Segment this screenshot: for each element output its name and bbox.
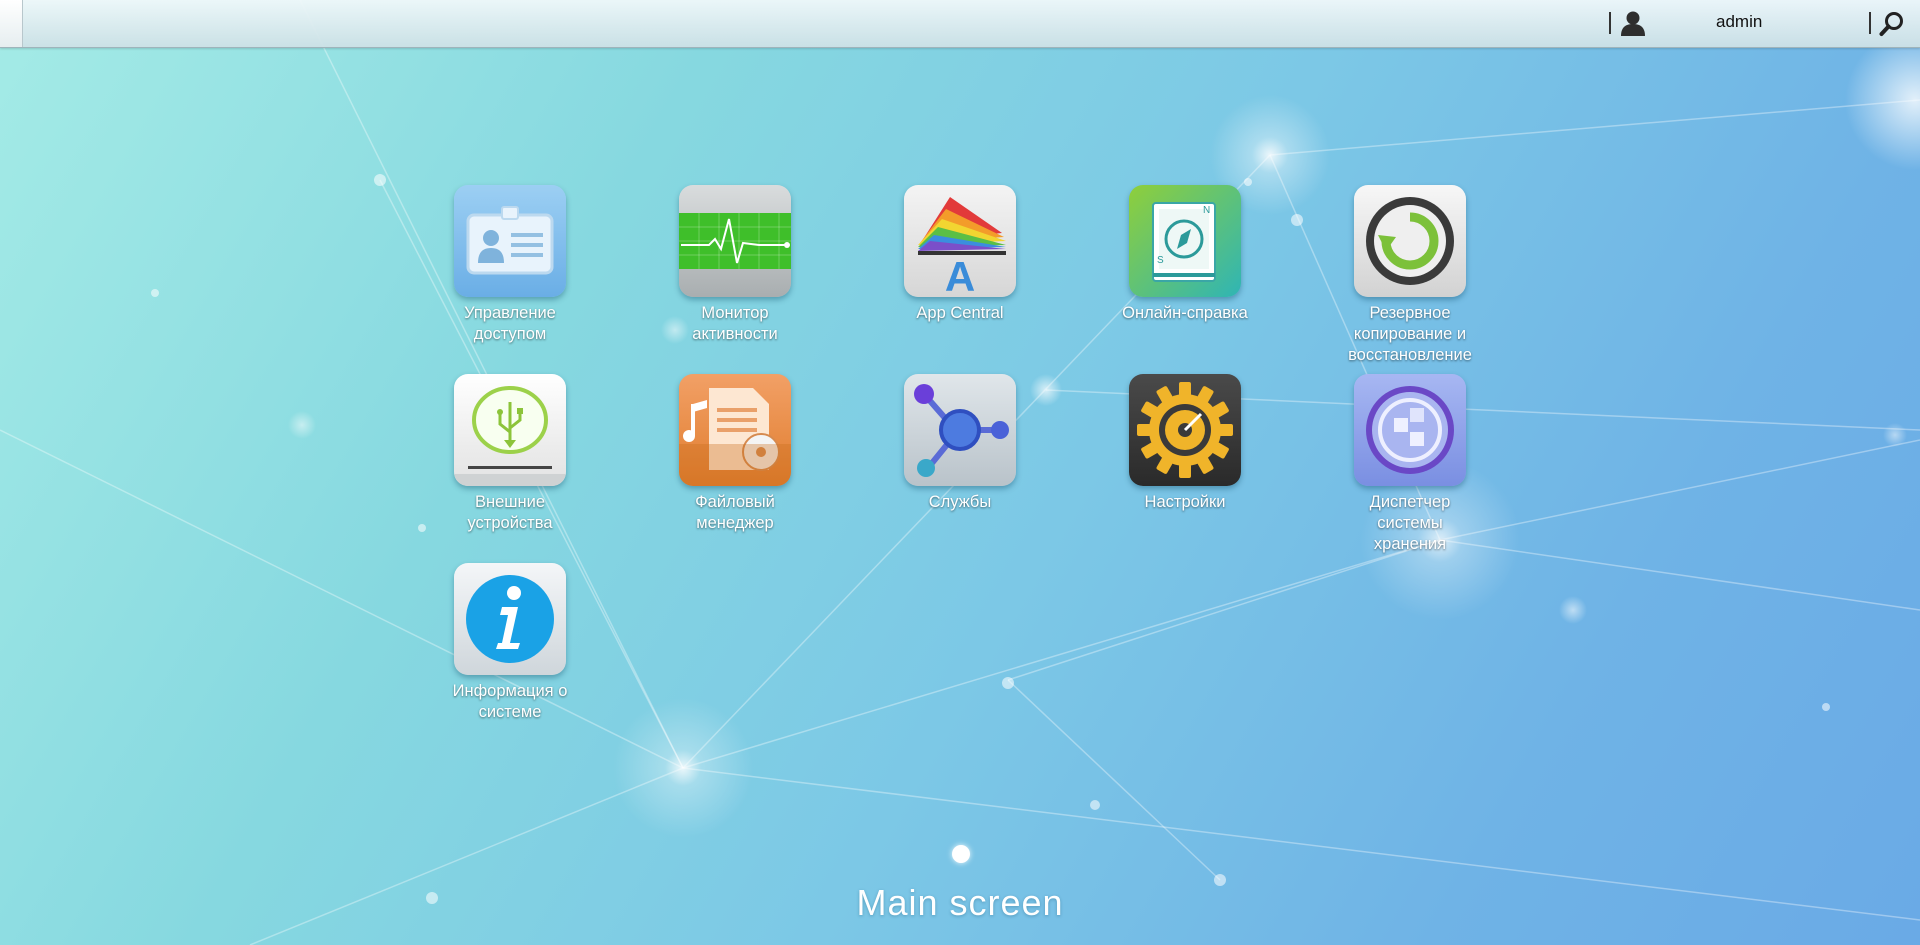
info-icon [454,563,566,675]
app-services[interactable]: Службы [855,374,1065,513]
app-label: Монитор активности [692,304,778,343]
compass-book-icon: N S [1129,185,1241,297]
usb-drive-icon [454,374,566,486]
app-app-central[interactable]: A App Central [855,185,1065,324]
svg-text:S: S [1157,255,1164,266]
search-icon[interactable] [1879,11,1905,37]
storage-manager-icon [1354,374,1466,486]
app-label: Резервное копирование и восстановление [1348,304,1472,364]
app-label: Диспетчер системы хранения [1369,493,1451,553]
screen-name: Main screen [856,882,1064,923]
svg-text:N: N [1203,205,1210,216]
app-central-icon: A [904,185,1016,297]
separator [1869,12,1871,34]
top-bar: admin [0,0,1920,48]
taskbar-tab[interactable] [0,0,23,47]
backup-restore-icon [1354,185,1466,297]
file-manager-icon [679,374,791,486]
app-backup-restore[interactable]: Резервное копирование и восстановление [1305,185,1515,366]
services-nodes-icon [904,374,1016,486]
user-icon[interactable] [1619,10,1647,36]
app-label: App Central [916,304,1004,322]
app-label: Информация о системе [452,682,568,721]
username-label[interactable]: admin [1716,12,1762,32]
app-label: Настройки [1144,493,1226,511]
app-label: Файловый менеджер [695,493,775,532]
gear-icon [1129,374,1241,486]
app-label: Службы [928,493,992,511]
page-indicator-dot[interactable] [952,845,970,863]
separator [1609,12,1611,34]
app-storage-manager[interactable]: Диспетчер системы хранения [1305,374,1515,555]
app-system-info[interactable]: Информация о системе [405,563,615,723]
app-label: Онлайн-справка [1122,304,1248,322]
app-external-devices[interactable]: Внешние устройства [405,374,615,534]
app-label: Внешние устройства [467,493,553,532]
app-activity-monitor[interactable]: Монитор активности [630,185,840,345]
app-access-management[interactable]: Управление доступом [405,185,615,345]
app-file-manager[interactable]: Файловый менеджер [630,374,840,534]
app-online-help[interactable]: N S Онлайн-справка [1080,185,1290,324]
app-label: Управление доступом [464,304,556,343]
app-settings[interactable]: Настройки [1080,374,1290,513]
heartbeat-monitor-icon [679,185,791,297]
id-card-icon [454,185,566,297]
svg-text:A: A [945,253,975,297]
